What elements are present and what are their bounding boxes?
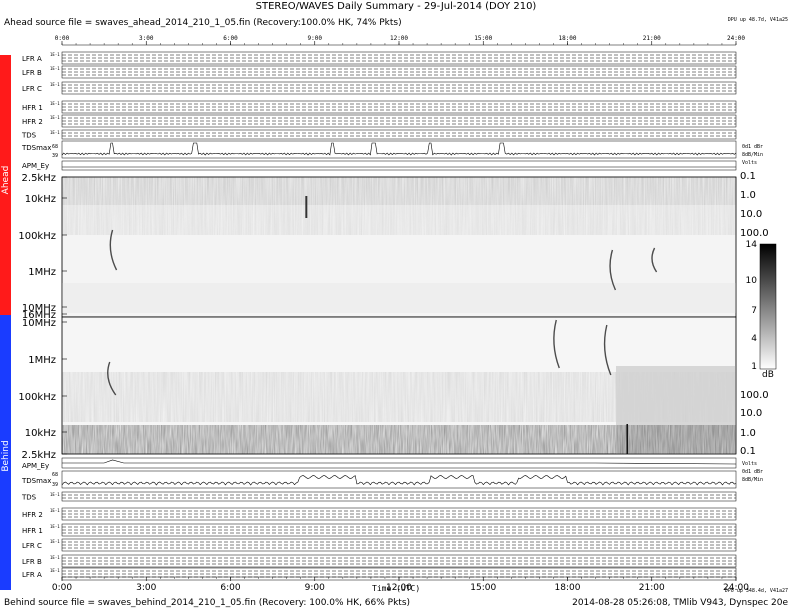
behind-freq-label: 100kHz [18,392,56,403]
behind-right-label: 1.0 [740,428,756,439]
behind-hfr-1-mini-scale: 1E-1 [50,524,60,529]
bottom-tick-label: 9:00 [305,583,325,593]
ahead-tdsmax-trace [61,142,737,156]
summary-plot: 0:00 3:00 6:00 9:00 12:00 15:00 18:00 21:00 24:0… [18,35,777,593]
bottom-tick-label: 0:00 [52,583,72,593]
ahead-apm-label: APM_Ey [22,162,49,170]
behind-right-tag: 0d1 dBr [742,469,763,475]
ahead-tdsmax-scale-lo: 39 [52,153,58,159]
ahead-lfr-c-mini-scale: 1E-1 [50,82,60,87]
dpu-status-behind: DPU up 348.4d, V41a27 [724,588,788,594]
behind-lfr-b-mini-scale: 1E-1 [50,555,60,560]
top-tick-label: 15:00 [474,35,492,42]
colorbar-unit: dB [762,370,774,380]
behind-apm-trace [62,459,737,465]
behind-apm-label: APM_Ey [22,462,49,470]
ahead-lfr-b-mini-scale: 1E-1 [50,66,60,71]
top-tick-label: 6:00 [223,35,238,42]
behind-tdsmax-scale-lo: 39 [52,482,58,488]
behind-freq-label: 2.5kHz [22,450,56,461]
top-tick-label: 12:00 [390,35,408,42]
behind-hfr-2-mini-scale: 1E-1 [50,508,60,513]
colorbar-tick-label: 7 [751,306,757,316]
ahead-spectrogram [61,176,737,318]
ahead-lfr-b-label: LFR B [22,69,42,77]
behind-lfr-b-label: LFR B [22,558,42,566]
ahead-freq-label: 10kHz [25,194,56,205]
behind-freq-label: 1MHz [28,355,56,366]
top-time-axis: 0:00 3:00 6:00 9:00 12:00 15:00 18:00 21:00 24:0… [55,35,745,46]
ahead-tdsmax-frame [61,140,737,159]
behind-tdsmax-label: TDSmax [21,477,51,485]
ahead-lfr-a-mini-scale: 1E-1 [50,52,60,57]
behind-tds-label: TDS [21,494,37,502]
behind-tdsmax-frame [61,470,737,489]
ahead-right-tag: 8dB/Min [742,152,763,158]
ahead-right-tag: 0d1 dBr [742,144,763,150]
ahead-tds-mini-scale: 1E-1 [50,130,60,135]
top-tick-label: 24:00 [727,35,745,42]
behind-spectrogram [61,316,737,455]
behind-right-label: 100.0 [740,390,769,401]
top-tick-label: 9:00 [308,35,323,42]
colorbar-tick-label: 14 [746,240,758,250]
behind-freq-label: 10MHz [22,318,56,329]
behind-right-label: 0.1 [740,446,756,457]
top-tick-label: 18:00 [558,35,576,42]
ahead-lfr-c-label: LFR C [22,85,42,93]
bottom-tick-label: 6:00 [220,583,240,593]
colorbar: 14 10 7 4 1 dB [746,240,777,380]
ahead-freq-label: 1MHz [28,267,56,278]
ahead-strip-panels: LFR A 1E-1 LFR B 1E-1 LFR C 1E-1 HFR 1 1E-1 HFR … [21,51,763,171]
behind-freq-label: 10kHz [25,428,56,439]
behind-tds-mini-scale: 1E-1 [50,492,60,497]
ahead-right-label: 1.0 [740,190,756,201]
behind-right-tag: Volts [742,461,757,467]
behind-right-label: 10.0 [740,408,762,419]
ahead-tdsmax-scale-hi: 68 [52,144,58,150]
bottom-tick-label: 15:00 [470,583,496,593]
behind-lfr-c-label: LFR C [22,542,42,550]
type3-feature [305,196,308,218]
x-axis-label: Time (UTC) [372,584,421,593]
ahead-right-label: 100.0 [740,228,769,239]
behind-tdsmax-scale-hi: 68 [52,472,58,478]
ahead-freq-label: 2.5kHz [22,173,56,184]
ahead-freq-label: 100kHz [18,231,56,242]
colorbar-tick-label: 4 [751,334,757,344]
colorbar-tick-label: 1 [751,362,757,372]
top-tick-label: 3:00 [139,35,154,42]
top-tick-label: 0:00 [55,35,70,42]
ahead-right-tag: Volts [742,160,757,166]
bottom-tick-label: 3:00 [136,583,156,593]
ahead-tdsmax-label: TDSmax [21,144,51,152]
colorbar-tick-label: 10 [746,276,758,286]
behind-spike [626,424,628,454]
ahead-right-label: 10.0 [740,209,762,220]
ahead-lfr-a-label: LFR A [22,55,42,63]
ahead-hfr-2-mini-scale: 1E-1 [50,115,60,120]
behind-strip-panels: APM_Ey TDSmax68 39 Volts 0d1 dBr 8dB/Min TDS 1E… [21,457,763,581]
ahead-hfr-2-label: HFR 2 [22,118,43,126]
ahead-hfr-1-label: HFR 1 [22,104,43,112]
bottom-tick-label: 21:00 [639,583,665,593]
behind-tdsmax-trace [61,475,737,486]
behind-lfr-a-label: LFR A [22,571,42,579]
ahead-apm-frame [61,160,737,171]
behind-right-tag: 8dB/Min [742,477,763,483]
bottom-tick-label: 18:00 [555,583,581,593]
ahead-tds-frame [61,129,737,140]
behind-tds-frame [61,491,737,502]
ahead-hfr-1-mini-scale: 1E-1 [50,101,60,106]
ahead-tds-label: TDS [21,132,37,140]
top-tick-label: 21:00 [643,35,661,42]
generation-stamp: 2014-08-28 05:26:08, TMlib V943, Dynspec… [572,598,788,608]
ahead-right-label: 0.1 [740,171,756,182]
behind-lfr-c-mini-scale: 1E-1 [50,539,60,544]
behind-source-file: Behind source file = swaves_behind_2014_… [4,598,411,608]
behind-hfr-2-label: HFR 2 [22,511,43,519]
behind-hfr-1-label: HFR 1 [22,527,43,535]
behind-lfr-a-mini-scale: 1E-1 [50,568,60,573]
